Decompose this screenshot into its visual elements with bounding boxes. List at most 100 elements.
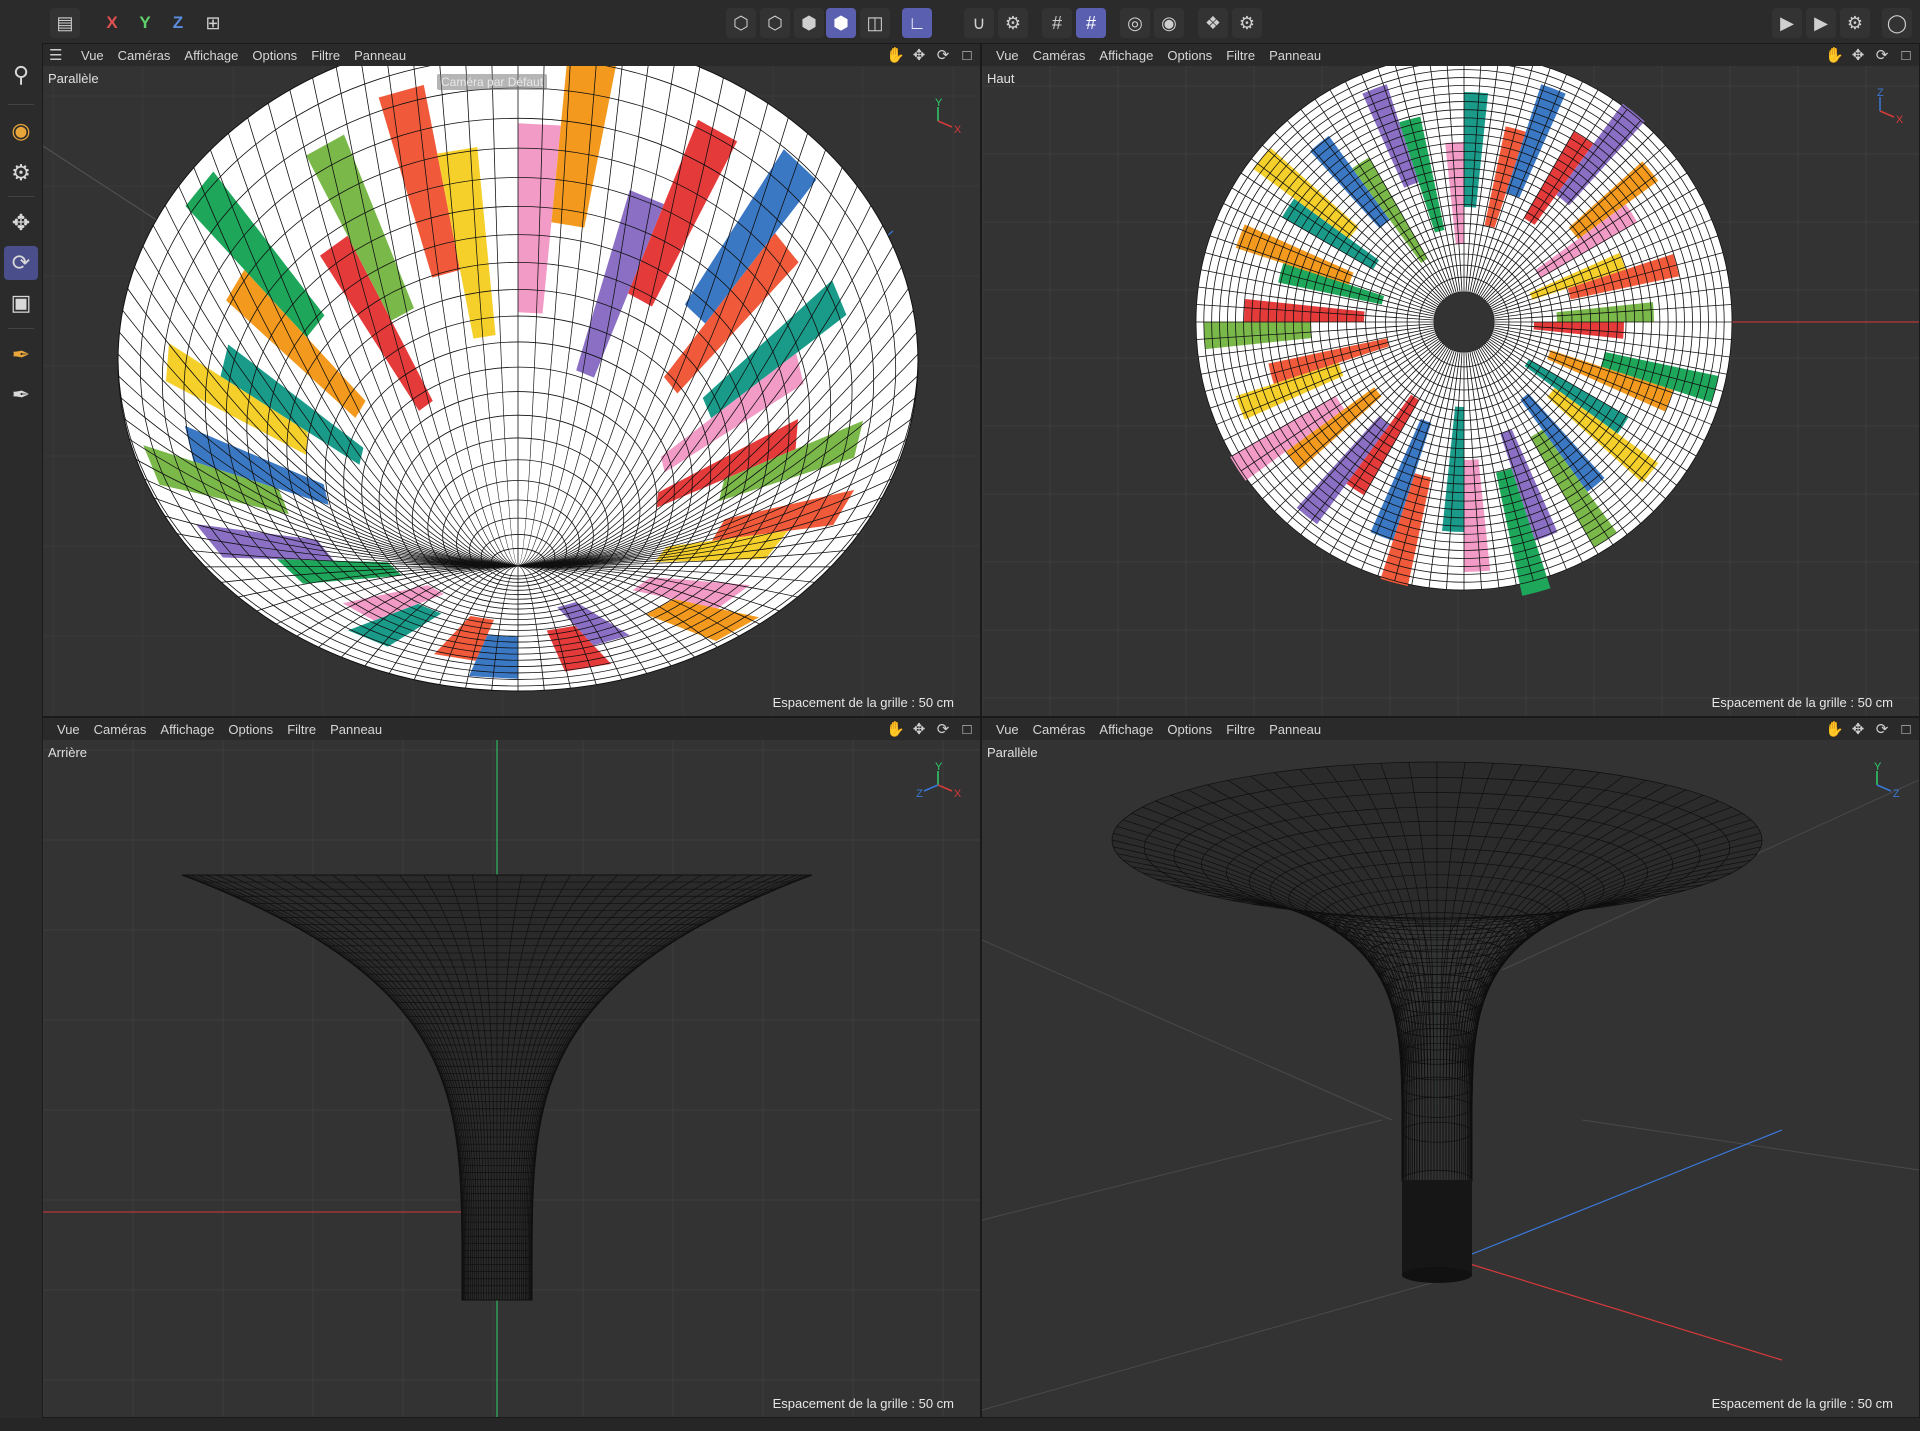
select-tools-icon[interactable]: ⚙ — [4, 156, 38, 190]
orbit-icon[interactable]: ⟳ — [1873, 720, 1891, 738]
viewport-canvas[interactable]: Y X Z — [43, 740, 980, 1417]
snap-settings-icon[interactable]: ⚙ — [998, 8, 1028, 38]
rotate-icon[interactable]: ⟳ — [4, 246, 38, 280]
menu-options[interactable]: Options — [228, 722, 273, 737]
disc-top-view — [1195, 66, 1733, 596]
grid-spacing-note: Espacement de la grille : 50 cm — [1711, 1396, 1893, 1411]
pan-icon[interactable]: ✋ — [886, 720, 905, 738]
axis-x-toggle[interactable]: X — [97, 8, 127, 38]
menu-filtre[interactable]: Filtre — [287, 722, 316, 737]
axis-gizmo: Y X Z — [916, 761, 962, 800]
viewport-label: Arrière — [48, 745, 88, 760]
viewport-label: Parallèle — [48, 71, 99, 86]
texture-mode-icon[interactable]: ◫ — [860, 8, 890, 38]
menu-cameras[interactable]: Caméras — [1033, 48, 1086, 63]
maximize-icon[interactable]: □ — [1897, 47, 1915, 64]
sculpt-brush-icon[interactable]: ✒ — [4, 378, 38, 412]
render-view-icon[interactable]: ▶ — [1772, 8, 1802, 38]
menu-options[interactable]: Options — [252, 48, 297, 63]
x-axis-line — [1456, 1259, 1783, 1361]
grid-icon[interactable]: # — [1042, 8, 1072, 38]
viewport-back-bottom-left[interactable]: Vue Caméras Affichage Options Filtre Pan… — [42, 717, 981, 1418]
viewport-perspective-top-left[interactable]: ☰ Vue Caméras Affichage Options Filtre P… — [42, 43, 981, 717]
menu-affichage[interactable]: Affichage — [184, 48, 238, 63]
model-mode-icon[interactable]: ⬢ — [826, 8, 856, 38]
menu-cameras[interactable]: Caméras — [1033, 722, 1086, 737]
workplane-icon[interactable]: # — [1076, 8, 1106, 38]
menu-cameras[interactable]: Caméras — [118, 48, 171, 63]
move-view-icon[interactable]: ✥ — [1849, 720, 1867, 738]
coord-system-icon[interactable]: ⊞ — [198, 8, 228, 38]
orbit-icon[interactable]: ⟳ — [1873, 46, 1891, 64]
funnel-tube — [1402, 1180, 1472, 1275]
move-view-icon[interactable]: ✥ — [1849, 46, 1867, 64]
viewport-top-right[interactable]: Vue Caméras Affichage Options Filtre Pan… — [981, 43, 1920, 717]
grid-spacing-note: Espacement de la grille : 50 cm — [772, 695, 954, 710]
menu-filtre[interactable]: Filtre — [1226, 48, 1255, 63]
menu-panneau[interactable]: Panneau — [1269, 48, 1321, 63]
viewport-menubar: Vue Caméras Affichage Options Filtre Pan… — [982, 718, 1919, 740]
search-icon[interactable]: ⚲ — [4, 58, 38, 92]
solo-settings-icon[interactable]: ◉ — [1154, 8, 1184, 38]
snap-icon[interactable]: ∪ — [964, 8, 994, 38]
hamburger-menu-icon[interactable]: ☰ — [49, 46, 67, 64]
menu-options[interactable]: Options — [1167, 48, 1212, 63]
render-settings-icon[interactable]: ⚙ — [1840, 8, 1870, 38]
axis-y-toggle[interactable]: Y — [130, 8, 160, 38]
points-mode-icon[interactable]: ⬡ — [726, 8, 756, 38]
pan-icon[interactable]: ✋ — [1825, 46, 1844, 64]
orbit-icon[interactable]: ⟳ — [934, 46, 952, 64]
menu-vue[interactable]: Vue — [996, 48, 1019, 63]
axis-mode-icon[interactable]: ∟ — [902, 8, 932, 38]
menu-filtre[interactable]: Filtre — [311, 48, 340, 63]
menu-affichage[interactable]: Affichage — [1099, 48, 1153, 63]
menu-filtre[interactable]: Filtre — [1226, 722, 1255, 737]
scale-icon[interactable]: ▣ — [4, 286, 38, 320]
menu-panneau[interactable]: Panneau — [354, 48, 406, 63]
polygons-mode-icon[interactable]: ⬢ — [794, 8, 824, 38]
viewport-menubar: Vue Caméras Affichage Options Filtre Pan… — [982, 44, 1919, 66]
camera-tag[interactable]: Caméra par Défaut — [437, 74, 548, 90]
axis-gizmo-label: X — [1896, 114, 1904, 126]
menu-cameras[interactable]: Caméras — [94, 722, 147, 737]
menu-vue[interactable]: Vue — [996, 722, 1019, 737]
pan-icon[interactable]: ✋ — [886, 46, 905, 64]
spline-pen-icon[interactable]: ✒ — [4, 338, 38, 372]
viewport-canvas[interactable]: YZ — [982, 740, 1919, 1417]
symmetry-icon[interactable]: ❖ — [1198, 8, 1228, 38]
axis-gizmo-label: Y — [1874, 761, 1882, 773]
edges-mode-icon[interactable]: ⬡ — [760, 8, 790, 38]
menu-affichage[interactable]: Affichage — [1099, 722, 1153, 737]
viewport-canvas[interactable]: ZX — [982, 66, 1919, 716]
viewport-perspective-bottom-right[interactable]: Vue Caméras Affichage Options Filtre Pan… — [981, 717, 1920, 1418]
viewport-canvas[interactable]: YX — [43, 66, 980, 716]
axis-gizmo-label: Z — [1893, 788, 1900, 800]
move-icon[interactable]: ✥ — [4, 206, 38, 240]
maximize-icon[interactable]: □ — [1897, 721, 1915, 738]
menu-panneau[interactable]: Panneau — [330, 722, 382, 737]
menu-panneau[interactable]: Panneau — [1269, 722, 1321, 737]
move-view-icon[interactable]: ✥ — [910, 46, 928, 64]
center-hole — [1434, 292, 1494, 352]
maximize-icon[interactable]: □ — [958, 721, 976, 738]
render-picture-viewer-icon[interactable]: ▶ — [1806, 8, 1836, 38]
menu-affichage[interactable]: Affichage — [160, 722, 214, 737]
pan-icon[interactable]: ✋ — [1825, 720, 1844, 738]
viewport-menubar: ☰ Vue Caméras Affichage Options Filtre P… — [43, 44, 980, 66]
live-select-icon[interactable]: ◉ — [4, 114, 38, 148]
move-view-icon[interactable]: ✥ — [910, 720, 928, 738]
symmetry-settings-icon[interactable]: ⚙ — [1232, 8, 1262, 38]
undo-icon[interactable]: ▤ — [50, 8, 80, 38]
tool-palette: ⚲ ◉ ⚙ ✥ ⟳ ▣ ✒ ✒ — [0, 46, 43, 1431]
menu-options[interactable]: Options — [1167, 722, 1212, 737]
maximize-icon[interactable]: □ — [958, 47, 976, 64]
viewport-label: Haut — [987, 71, 1015, 86]
orbit-icon[interactable]: ⟳ — [934, 720, 952, 738]
menu-vue[interactable]: Vue — [57, 722, 80, 737]
grid-spacing-note: Espacement de la grille : 50 cm — [1711, 695, 1893, 710]
menu-vue[interactable]: Vue — [81, 48, 104, 63]
account-icon[interactable]: ◯ — [1882, 8, 1912, 38]
axis-z-toggle[interactable]: Z — [163, 8, 193, 38]
solo-icon[interactable]: ◎ — [1120, 8, 1150, 38]
axis-gizmo-label: Z — [916, 788, 923, 800]
